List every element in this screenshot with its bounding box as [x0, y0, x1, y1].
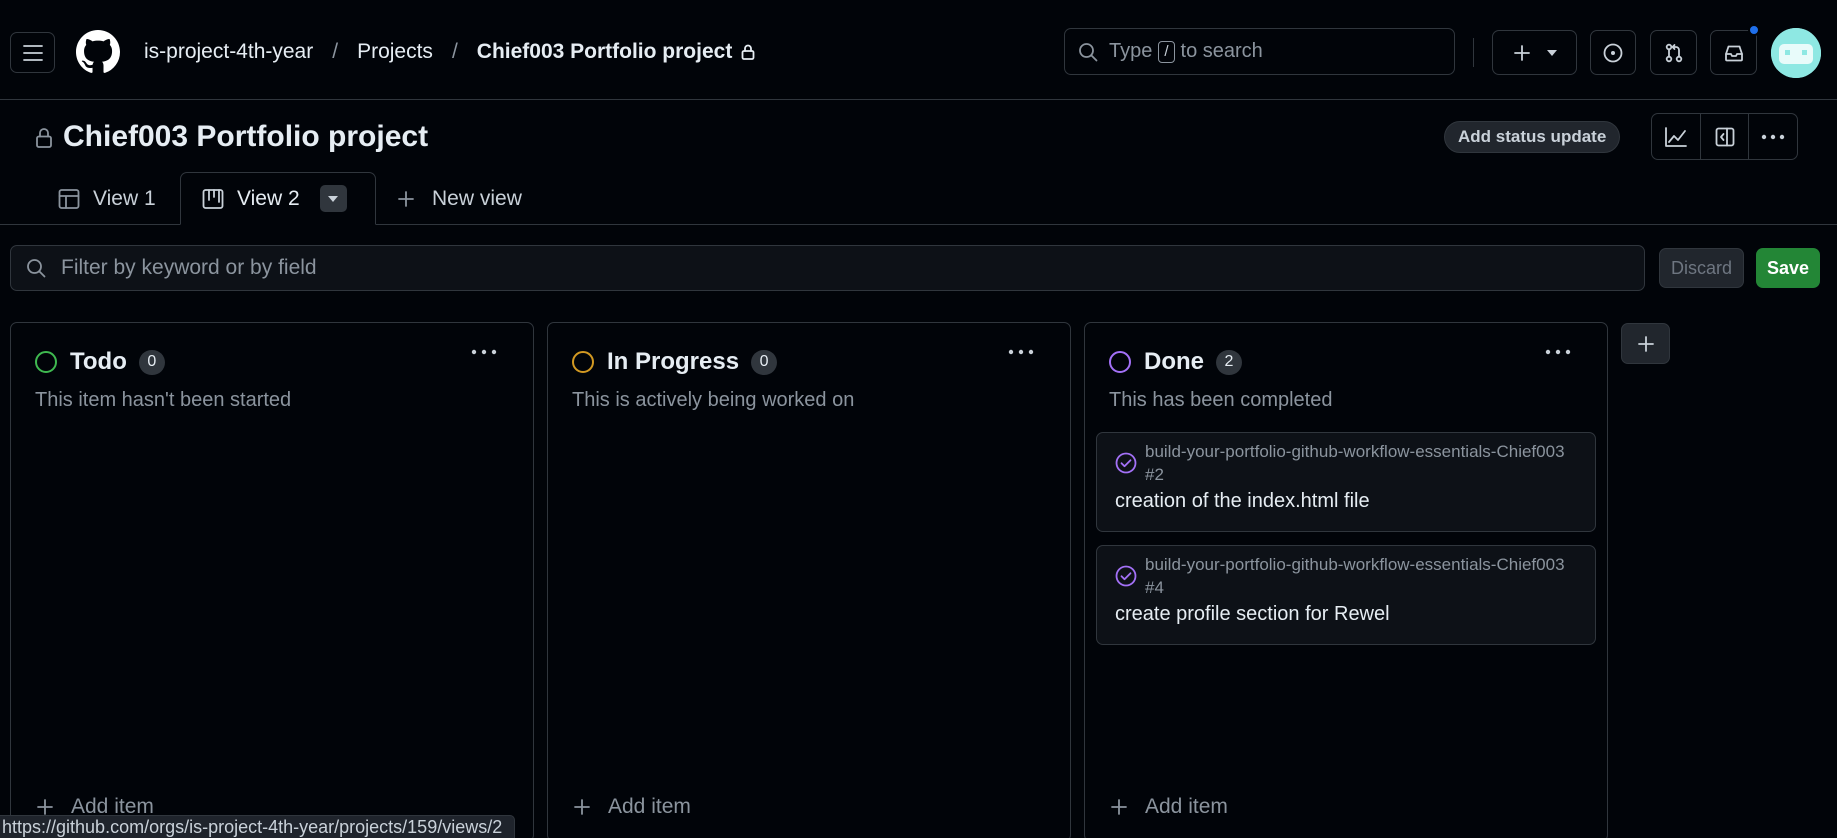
board-column-in-progress: In Progress 0 This is actively being wor… — [547, 322, 1071, 838]
project-toolbar — [1651, 113, 1798, 160]
filter-placeholder: Filter by keyword or by field — [61, 256, 317, 279]
view-options-dropdown[interactable] — [319, 185, 347, 212]
table-icon — [57, 187, 81, 211]
kebab-horizontal-icon — [1545, 349, 1571, 355]
lock-icon — [34, 126, 54, 150]
status-circle-icon — [35, 351, 57, 373]
link-preview-status-bar: https://github.com/orgs/is-project-4th-y… — [0, 815, 516, 838]
triangle-down-icon — [328, 195, 339, 202]
more-options-button[interactable] — [1749, 114, 1797, 159]
filter-input[interactable]: Filter by keyword or by field — [10, 245, 1645, 291]
column-options-button[interactable] — [1545, 349, 1571, 355]
column-title: Done — [1144, 348, 1204, 375]
breadcrumb-separator: / — [332, 40, 339, 63]
add-status-update-button[interactable]: Add status update — [1444, 121, 1621, 153]
column-description: This is actively being worked on — [572, 389, 855, 411]
column-description: This item hasn't been started — [35, 389, 292, 411]
header-divider — [1473, 38, 1474, 67]
breadcrumb: is-project-4th-year / Projects / Chief00… — [144, 40, 756, 64]
plus-icon — [1109, 797, 1129, 817]
board-icon — [201, 187, 225, 211]
kebab-horizontal-icon — [1008, 349, 1034, 355]
create-new-button[interactable] — [1492, 30, 1577, 75]
save-button[interactable]: Save — [1756, 248, 1820, 288]
issue-icon — [1602, 42, 1624, 64]
global-search-input[interactable]: Type / to search — [1064, 28, 1455, 75]
notification-indicator — [1748, 24, 1760, 36]
top-navigation-bar: is-project-4th-year / Projects / Chief00… — [0, 0, 1837, 100]
search-placeholder-prefix: Type — [1109, 40, 1153, 62]
discard-button[interactable]: Discard — [1659, 248, 1744, 288]
search-placeholder-suffix: to search — [1180, 40, 1263, 62]
column-count-badge: 0 — [751, 349, 778, 375]
status-circle-icon — [1109, 351, 1131, 373]
plus-icon — [396, 189, 416, 209]
board-card[interactable]: build-your-portfolio-github-workflow-ess… — [1096, 432, 1596, 532]
column-title: Todo — [70, 348, 127, 375]
github-logo-icon[interactable] — [76, 30, 120, 74]
add-column-button[interactable] — [1621, 323, 1670, 364]
column-header: Done 2 — [1109, 348, 1242, 376]
plus-icon — [1512, 43, 1532, 63]
plus-icon — [572, 797, 592, 817]
column-title: In Progress — [607, 348, 740, 375]
tab-label: New view — [432, 186, 522, 210]
issues-button[interactable] — [1590, 30, 1636, 75]
pull-requests-button[interactable] — [1650, 30, 1697, 75]
inbox-button[interactable] — [1710, 30, 1757, 75]
kebab-horizontal-icon — [1761, 134, 1785, 140]
search-shortcut-key: / — [1158, 40, 1175, 63]
breadcrumb-projects[interactable]: Projects — [357, 40, 433, 64]
hamburger-icon — [22, 44, 43, 61]
hamburger-menu-button[interactable] — [10, 32, 55, 73]
graph-icon — [1664, 126, 1688, 148]
breadcrumb-project[interactable]: Chief003 Portfolio project — [477, 40, 733, 64]
card-repository-link[interactable]: build-your-portfolio-github-workflow-ess… — [1145, 440, 1565, 486]
add-item-label: Add item — [1145, 795, 1228, 818]
closed-issue-icon — [1114, 451, 1138, 475]
tab-new-view[interactable]: New view — [396, 172, 522, 225]
column-header: Todo 0 — [35, 348, 165, 376]
page-title: Chief003 Portfolio project — [63, 120, 429, 153]
insights-button[interactable] — [1652, 114, 1701, 159]
board-column-done: Done 2 This has been completed build-you… — [1084, 322, 1608, 838]
tab-view-1[interactable]: View 1 — [57, 172, 156, 225]
breadcrumb-org[interactable]: is-project-4th-year — [144, 40, 313, 64]
closed-issue-icon — [1114, 564, 1138, 588]
breadcrumb-separator: / — [451, 40, 458, 63]
add-item-label: Add item — [608, 795, 691, 818]
column-options-button[interactable] — [471, 349, 497, 355]
card-title[interactable]: creation of the index.html file — [1115, 490, 1370, 513]
status-circle-icon — [572, 351, 594, 373]
column-header: In Progress 0 — [572, 348, 778, 376]
search-icon — [1077, 41, 1099, 63]
column-count-badge: 0 — [138, 349, 165, 375]
card-repository-link[interactable]: build-your-portfolio-github-workflow-ess… — [1145, 553, 1565, 599]
tab-view-2[interactable]: View 2 — [180, 172, 376, 225]
kebab-horizontal-icon — [471, 349, 497, 355]
search-icon — [25, 257, 47, 279]
pull-request-icon — [1663, 42, 1685, 64]
column-count-badge: 2 — [1216, 349, 1242, 375]
plus-icon — [1637, 335, 1654, 352]
board-card[interactable]: build-your-portfolio-github-workflow-ess… — [1096, 545, 1596, 645]
side-panel-button[interactable] — [1701, 114, 1750, 159]
lock-icon — [740, 43, 756, 61]
column-options-button[interactable] — [1008, 349, 1034, 355]
add-item-button[interactable]: Add item — [1109, 795, 1228, 819]
chevron-down-icon — [1546, 49, 1558, 57]
tab-label: View 1 — [93, 186, 156, 210]
add-item-button[interactable]: Add item — [572, 795, 691, 819]
sidebar-expand-icon — [1714, 126, 1736, 148]
card-title[interactable]: create profile section for Rewel — [1115, 603, 1390, 626]
avatar[interactable] — [1771, 28, 1821, 78]
column-description: This has been completed — [1109, 389, 1333, 411]
inbox-icon — [1723, 42, 1745, 64]
tab-label: View 2 — [237, 186, 300, 210]
plus-icon — [35, 797, 55, 817]
board-column-todo: Todo 0 This item hasn't been started Add… — [10, 322, 534, 838]
